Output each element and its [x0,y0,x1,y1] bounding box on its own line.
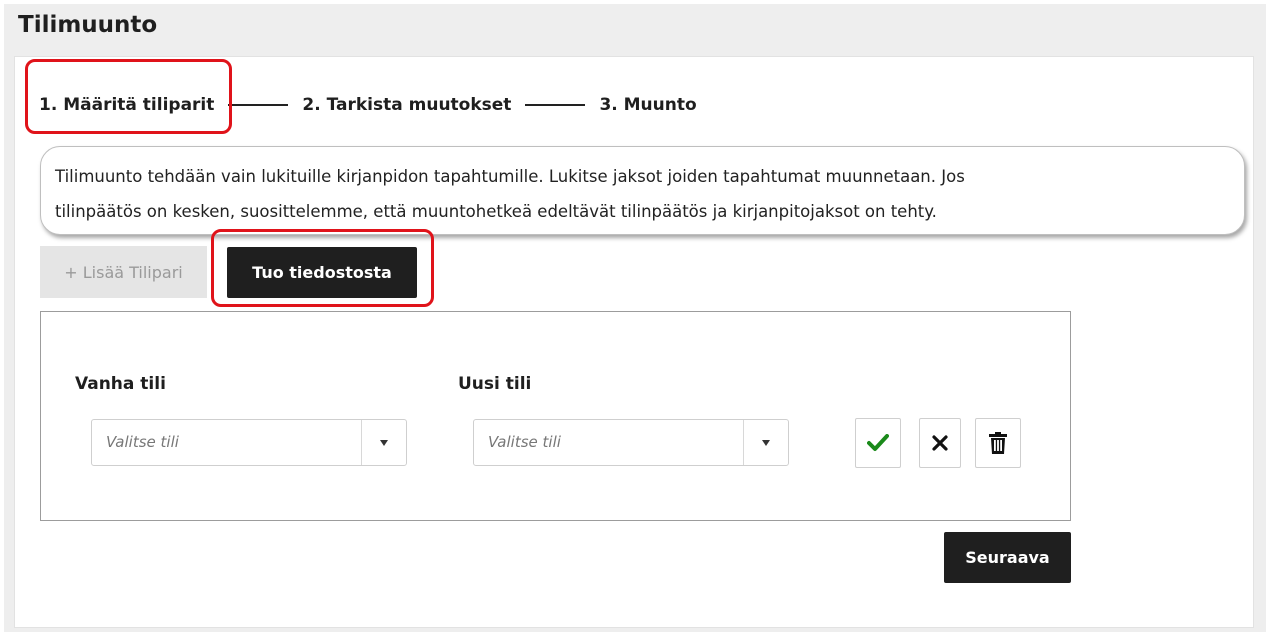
trash-icon [989,432,1007,454]
check-icon [867,434,889,451]
highlight-step-1 [25,59,232,134]
account-pair-table [40,311,1071,521]
chevron-down-icon [380,439,388,446]
info-message: Tilimuunto tehdään vain lukituille kirja… [40,146,1245,235]
new-account-header: Uusi tili [458,374,532,394]
info-line-2: tilinpäätös on kesken, suosittelemme, et… [55,202,937,221]
old-account-header: Vanha tili [75,374,166,394]
step-2[interactable]: 2. Tarkista muutokset [302,95,511,115]
dropdown-toggle[interactable] [743,420,788,465]
old-account-placeholder: Valitse tili [106,433,179,451]
page-title: Tilimuunto [18,12,158,38]
confirm-button[interactable] [855,418,901,468]
new-account-placeholder: Valitse tili [488,433,561,451]
cancel-button[interactable] [919,418,961,468]
delete-button[interactable] [975,418,1021,468]
highlight-import-button [211,229,434,307]
new-account-select[interactable]: Valitse tili [473,419,789,466]
close-icon [932,435,948,451]
chevron-down-icon [762,439,770,446]
old-account-select[interactable]: Valitse tili [91,419,407,466]
add-account-pair-button[interactable]: + Lisää Tilipari [40,246,207,298]
dropdown-toggle[interactable] [361,420,406,465]
next-button[interactable]: Seuraava [944,532,1071,583]
step-connector [525,104,586,106]
step-connector [228,104,289,106]
info-line-1: Tilimuunto tehdään vain lukituille kirja… [55,167,965,186]
step-3[interactable]: 3. Muunto [599,95,696,115]
